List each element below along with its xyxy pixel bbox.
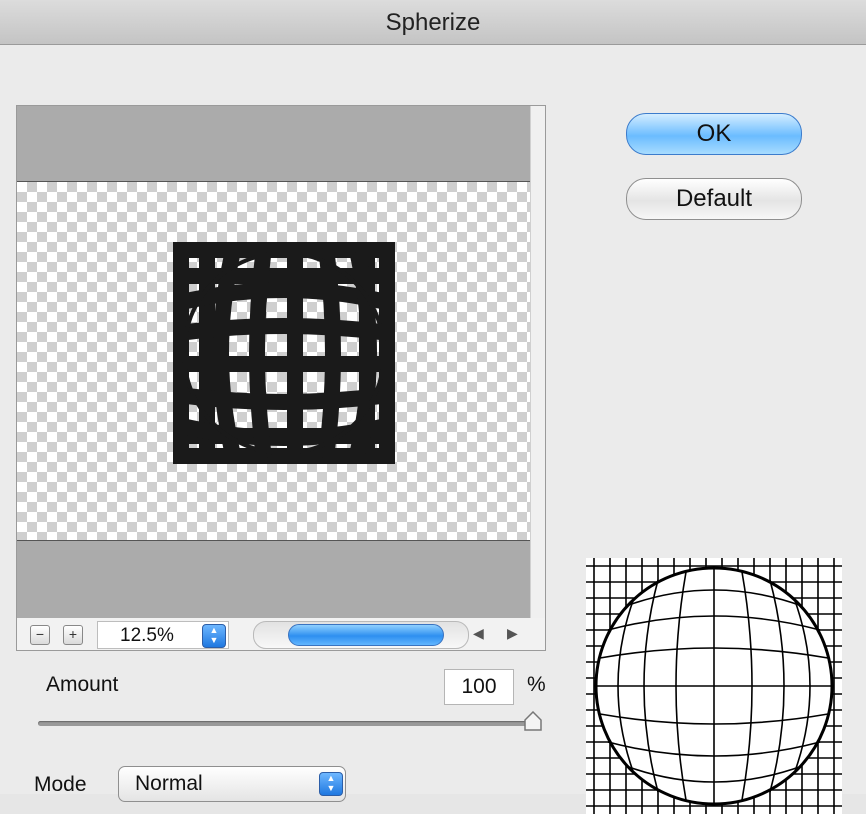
title-bar: Spherize [0,0,866,45]
mode-selected-value: Normal [135,772,203,795]
scroll-left-icon[interactable]: ◀ [473,625,484,642]
preview-canvas-margin-bottom [17,540,531,619]
amount-field[interactable]: 100 [444,669,514,705]
preview-canvas-margin-top [17,106,531,182]
spherize-dialog: − + 12.5% ▲ ▼ ◀ ▶ OK Default Amount 100 … [0,45,866,814]
mode-select[interactable]: Normal ▲ ▼ [118,766,346,802]
zoom-stepper[interactable]: ▲ ▼ [202,624,226,648]
filter-preview[interactable] [16,105,546,620]
zoom-level-field[interactable]: 12.5% ▲ ▼ [97,621,229,649]
preview-horizontal-scrollbar[interactable] [253,621,469,649]
mode-down-icon: ▼ [326,783,336,793]
scrollbar-thumb[interactable] [288,624,444,646]
dialog-title: Spherize [385,9,481,36]
scroll-right-icon[interactable]: ▶ [507,625,518,642]
zoom-out-button[interactable]: − [30,625,50,645]
slider-thumb-icon[interactable] [524,711,542,731]
stepper-down-icon[interactable]: ▼ [203,635,225,645]
zoom-bar: − + 12.5% ▲ ▼ ◀ ▶ [16,618,546,651]
ok-button[interactable]: OK [626,113,802,155]
stepper-up-icon[interactable]: ▲ [203,625,225,635]
amount-unit: % [527,673,546,696]
mode-select-stepper[interactable]: ▲ ▼ [319,772,343,796]
preview-vertical-scroll[interactable] [530,106,545,619]
mode-up-icon: ▲ [326,773,336,783]
amount-slider[interactable] [38,721,532,726]
zoom-out-icon: − [35,626,45,642]
distortion-grid-preview [586,558,842,814]
default-button[interactable]: Default [626,178,802,220]
spherized-grid-artwork [173,242,395,464]
mode-label: Mode [34,773,87,796]
amount-label: Amount [46,673,119,696]
zoom-in-icon: + [68,626,78,642]
zoom-level-value: 12.5% [120,625,174,646]
zoom-in-button[interactable]: + [63,625,83,645]
